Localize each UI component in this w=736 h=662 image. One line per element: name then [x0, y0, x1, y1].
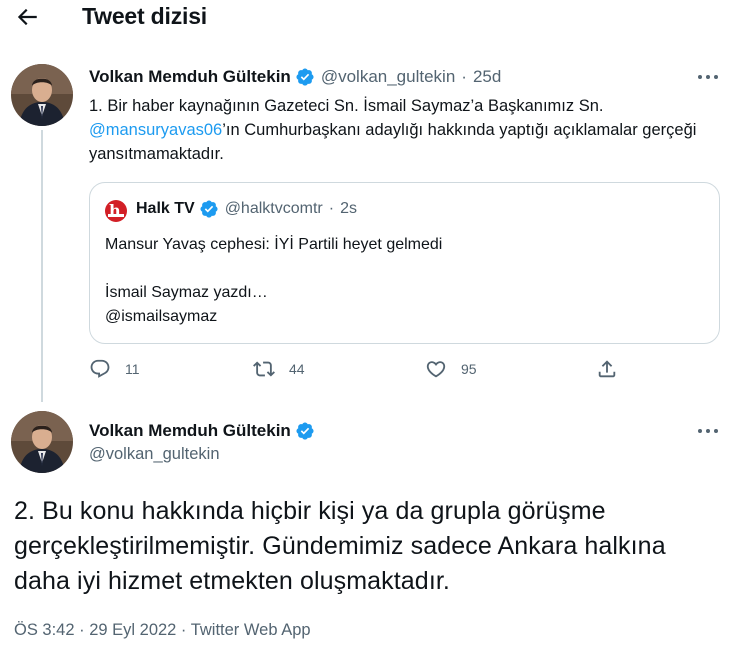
verified-badge-icon	[296, 422, 314, 440]
page-title: Tweet dizisi	[82, 3, 207, 29]
tweet-text: 2. Bu konu hakkında hiçbir kişi ya da gr…	[14, 497, 666, 595]
retweet-button[interactable]: 44	[253, 358, 305, 380]
author-handle[interactable]: @volkan_gultekin	[321, 67, 455, 87]
separator-dot: ·	[328, 200, 335, 217]
author-handle[interactable]: @volkan_gultekin	[89, 445, 220, 464]
more-icon[interactable]	[698, 72, 722, 82]
avatar[interactable]	[11, 64, 73, 126]
share-button[interactable]	[596, 358, 618, 380]
quoted-author-name: Halk TV	[136, 200, 195, 217]
quoted-tweet[interactable]: h Halk TV @halktvcomtr · 2s Mansur Yavaş…	[89, 182, 720, 344]
tweet-text: 1. Bir haber kaynağının Gazeteci Sn. İsm…	[89, 94, 719, 166]
heart-icon	[426, 361, 446, 378]
quoted-line: İsmail Saymaz yazdı…	[105, 284, 268, 301]
retweet-count: 44	[289, 361, 305, 377]
avatar[interactable]	[11, 411, 73, 473]
tweet-meta[interactable]: ÖS 3:42 · 29 Eyl 2022 · Twitter Web App	[14, 621, 311, 640]
arrow-left-icon[interactable]	[14, 4, 40, 30]
verified-badge-icon	[296, 68, 314, 86]
reply-button[interactable]: 11	[89, 358, 140, 380]
like-button[interactable]: 95	[425, 358, 477, 380]
quoted-tweet-header: Halk TV @halktvcomtr · 2s	[136, 199, 357, 219]
quoted-line: Mansur Yavaş cephesi: İYİ Partili heyet …	[105, 236, 443, 253]
thread-line	[41, 130, 43, 402]
tweet-header: Volkan Memduh Gültekin @volkan_gultekin …	[89, 67, 501, 87]
author-name[interactable]: Volkan Memduh Gültekin	[89, 421, 291, 441]
quoted-author-handle: @halktvcomtr	[224, 200, 323, 217]
more-icon[interactable]	[698, 426, 722, 436]
tweet-time[interactable]: 25d	[473, 67, 501, 87]
tweet-text-part: 1. Bir haber kaynağının Gazeteci Sn. İsm…	[89, 97, 604, 115]
reply-count: 11	[125, 361, 140, 377]
share-icon	[598, 360, 616, 378]
verified-badge-icon	[200, 200, 218, 218]
header: Tweet dizisi	[0, 0, 736, 36]
halktv-logo-icon: h	[105, 200, 127, 222]
separator-dot: ·	[461, 67, 467, 86]
quoted-line: @ismailsaymaz	[105, 308, 218, 325]
quoted-tweet-time: 2s	[340, 200, 357, 217]
reply-icon	[90, 359, 110, 378]
retweet-icon	[253, 361, 275, 377]
like-count: 95	[461, 361, 477, 377]
author-name[interactable]: Volkan Memduh Gültekin	[89, 67, 291, 87]
mention-link[interactable]: @mansuryavas06	[89, 121, 222, 139]
quoted-tweet-text: Mansur Yavaş cephesi: İYİ Partili heyet …	[105, 233, 442, 329]
tweet-header: Volkan Memduh Gültekin	[89, 421, 315, 441]
